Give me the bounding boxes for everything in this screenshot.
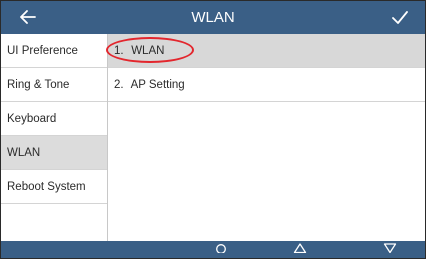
sidebar-item-reboot-system[interactable]: Reboot System <box>1 170 107 204</box>
menu-item-number: 1. <box>114 45 124 57</box>
menu-item-label: WLAN <box>131 45 165 57</box>
sidebar-item-keyboard[interactable]: Keyboard <box>1 102 107 136</box>
circle-icon <box>216 244 226 253</box>
sidebar-item-ring-tone[interactable]: Ring & Tone <box>1 68 107 102</box>
confirm-button[interactable] <box>383 4 417 30</box>
circle-softkey[interactable] <box>201 241 241 258</box>
sidebar-item-wlan[interactable]: WLAN <box>1 136 107 170</box>
menu-item-label: AP Setting <box>130 79 185 91</box>
triangle-down-icon <box>383 243 397 253</box>
up-softkey[interactable] <box>280 241 320 258</box>
menu-item-number: 2. <box>114 79 124 91</box>
checkmark-icon <box>392 10 408 24</box>
sidebar-item-ui-preference[interactable]: UI Preference <box>1 34 107 68</box>
down-softkey[interactable] <box>370 241 410 258</box>
sidebar: UI Preference Ring & Tone Keyboard WLAN … <box>1 34 108 241</box>
back-button[interactable] <box>11 4 45 30</box>
sidebar-item-label: WLAN <box>7 147 41 159</box>
softkey-bar <box>1 241 425 258</box>
sidebar-item-label: Reboot System <box>7 181 86 193</box>
main-menu: 1. WLAN 2. AP Setting <box>106 34 425 241</box>
menu-item-wlan[interactable]: 1. WLAN <box>106 34 425 68</box>
triangle-up-icon <box>293 243 307 253</box>
page-title: WLAN <box>191 9 235 26</box>
menu-item-ap-setting[interactable]: 2. AP Setting <box>108 68 425 102</box>
title-bar: WLAN <box>1 1 425 34</box>
phone-screen: WLAN UI Preference Ring & Tone Keyboard … <box>0 0 426 259</box>
sidebar-item-label: Ring & Tone <box>7 79 70 91</box>
sidebar-item-label: UI Preference <box>7 45 78 57</box>
arrow-left-icon <box>20 10 36 24</box>
sidebar-item-label: Keyboard <box>7 113 57 125</box>
